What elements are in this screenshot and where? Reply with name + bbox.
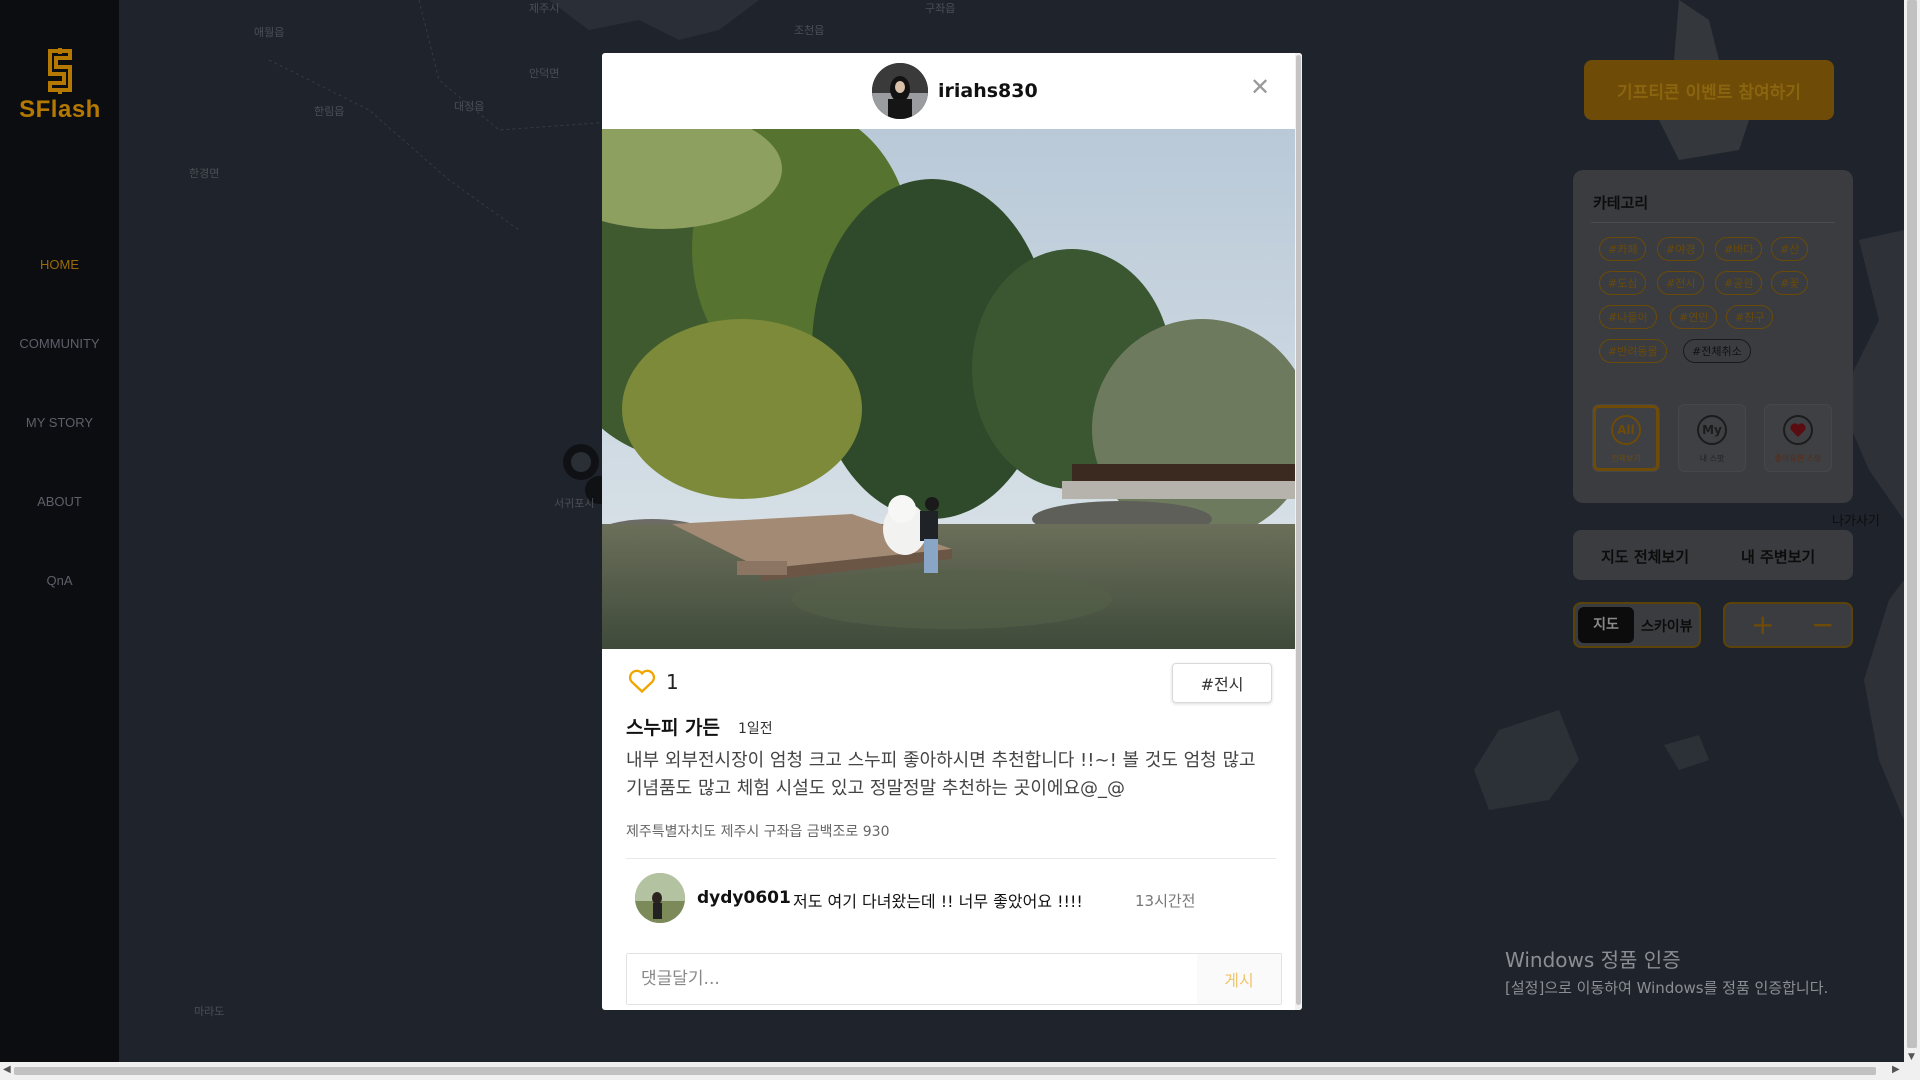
nav-my-story[interactable]: MY STORY xyxy=(0,415,119,430)
map-mode-toggle: 지도 스카이뷰 xyxy=(1573,602,1701,648)
filter-all-label: 전체보기 xyxy=(1611,454,1641,463)
post-body: 내부 외부전시장이 엄청 크고 스누피 좋아하시면 추천합니다 !!~! 볼 것… xyxy=(626,750,1256,799)
horizontal-scroll-thumb[interactable] xyxy=(14,1067,1876,1075)
tag-mountain[interactable]: #산 xyxy=(1771,237,1809,261)
comment-input[interactable] xyxy=(627,954,1197,1004)
exit-link[interactable]: 나가사기 xyxy=(1832,510,1880,529)
tag-outing[interactable]: #나들이 xyxy=(1599,305,1657,329)
nav-qna[interactable]: QnA xyxy=(0,573,119,588)
map-label: 제주시 xyxy=(529,2,560,15)
tag-flower[interactable]: #꽃 xyxy=(1771,271,1809,295)
filter-my-button[interactable]: My 내 스팟 xyxy=(1679,405,1745,471)
nav-about[interactable]: ABOUT xyxy=(0,494,119,509)
nearby-button[interactable]: 내 주변보기 xyxy=(1741,546,1815,567)
view-all-button[interactable]: 지도 전체보기 xyxy=(1601,546,1689,567)
map-mode-button[interactable]: 지도 xyxy=(1578,607,1634,643)
map-label: 한경면 xyxy=(189,167,220,180)
map-label: 조천읍 xyxy=(794,24,825,37)
zoom-in-button[interactable]: + xyxy=(1751,608,1774,641)
modal-header: iriahs830 ✕ xyxy=(602,53,1302,129)
post-address: 제주특별자치도 제주시 구좌읍 금백조로 930 xyxy=(626,824,890,840)
scroll-left-arrow-icon[interactable]: ◀ xyxy=(3,1064,11,1075)
sidebar: SFlash HOME COMMUNITY MY STORY ABOUT QnA xyxy=(0,0,119,1062)
vertical-scroll-thumb[interactable] xyxy=(1907,0,1917,1048)
divider xyxy=(626,858,1276,859)
like-row: 1 xyxy=(628,668,679,698)
tag-night-view[interactable]: #야경 xyxy=(1657,237,1705,261)
logo[interactable]: SFlash xyxy=(14,48,106,124)
comment-form: 게시 xyxy=(626,953,1282,1005)
logo-text: SFlash xyxy=(19,96,101,123)
my-icon: My xyxy=(1697,415,1727,445)
tag-friend[interactable]: #친구 xyxy=(1726,305,1774,329)
sflash-logo-icon xyxy=(48,48,72,94)
close-icon[interactable]: ✕ xyxy=(1250,75,1270,99)
comment-submit-button[interactable]: 게시 xyxy=(1197,954,1281,1004)
watermark-title: Windows 정품 인증 xyxy=(1505,948,1681,972)
tag-clear-all[interactable]: #전체취소 xyxy=(1683,339,1751,363)
map-label: 구좌읍 xyxy=(925,2,956,15)
map-label: 안덕면 xyxy=(529,67,560,80)
nav-community[interactable]: COMMUNITY xyxy=(0,336,119,351)
modal-scrollbar[interactable] xyxy=(1295,53,1302,1010)
filter-all-button[interactable]: All 전체보기 xyxy=(1593,405,1659,471)
commenter-avatar[interactable] xyxy=(635,873,685,923)
like-count: 1 xyxy=(666,670,679,694)
map-label: 애월읍 xyxy=(254,26,285,39)
category-title: 카테고리 xyxy=(1593,194,1649,212)
commenter-username[interactable]: dydy0601 xyxy=(697,888,791,908)
zoom-out-button[interactable]: − xyxy=(1811,608,1834,641)
page-vertical-scrollbar[interactable]: ▼ xyxy=(1904,0,1920,1062)
page-horizontal-scrollbar[interactable]: ◀ ▶ xyxy=(0,1062,1920,1080)
tag-cafe[interactable]: #카페 xyxy=(1599,237,1647,261)
filter-liked-label: 좋아요한 스팟 xyxy=(1774,454,1822,463)
post-photo xyxy=(602,129,1295,649)
tag-downtown[interactable]: #도심 xyxy=(1599,271,1647,295)
watermark-subtitle: [설정]으로 이동하여 Windows를 정품 인증합니다. xyxy=(1505,979,1829,997)
post-time: 1일전 xyxy=(738,721,773,737)
map-label: 서귀포시 xyxy=(554,497,595,510)
tag-sea[interactable]: #바다 xyxy=(1715,237,1763,261)
post-modal: iriahs830 ✕ 1 #전시 스누피 가든 1일전 내부 외부전시장이 엄… xyxy=(602,53,1302,1010)
filter-my-label: 내 스팟 xyxy=(1699,454,1725,463)
place-name: 스누피 가든 xyxy=(626,717,721,739)
tag-exhibition[interactable]: #전시 xyxy=(1657,271,1705,295)
zoom-control: + − xyxy=(1723,602,1853,648)
comment-text: 저도 여기 다녀왔는데 !! 너무 좋았어요 !!!! xyxy=(793,892,1083,911)
map-label: 마라도 xyxy=(194,1005,225,1018)
scroll-right-arrow-icon[interactable]: ▶ xyxy=(1892,1064,1900,1075)
scroll-down-arrow-icon[interactable]: ▼ xyxy=(1908,1052,1915,1062)
comment-time: 13시간전 xyxy=(1135,892,1196,910)
heart-icon[interactable] xyxy=(628,668,656,694)
category-divider xyxy=(1591,222,1835,223)
comment-item: dydy0601 저도 여기 다녀왔는데 !! 너무 좋았어요 !!!! 13시… xyxy=(635,873,1275,925)
map-label: 한림읍 xyxy=(314,105,345,118)
author-avatar[interactable] xyxy=(872,63,928,119)
filter-liked-button[interactable]: 좋아요한 스팟 xyxy=(1765,405,1831,471)
windows-activation-watermark: Windows 정품 인증 [설정]으로 이동하여 Windows를 정품 인증… xyxy=(1505,944,1828,998)
tag-pet[interactable]: #반려동물 xyxy=(1599,339,1667,363)
author-username[interactable]: iriahs830 xyxy=(938,80,1038,102)
view-bar: 지도 전체보기 내 주변보기 xyxy=(1573,530,1853,580)
all-icon: All xyxy=(1611,415,1641,445)
map-label: 대정읍 xyxy=(454,100,485,113)
skyview-mode-button[interactable]: 스카이뷰 xyxy=(1641,616,1693,636)
heart-icon xyxy=(1783,415,1813,445)
tag-park[interactable]: #공원 xyxy=(1715,271,1763,295)
tag-couple[interactable]: #연인 xyxy=(1670,305,1718,329)
nav-home[interactable]: HOME xyxy=(0,257,119,272)
gifticon-event-button[interactable]: 기프티콘 이벤트 참여하기 xyxy=(1584,60,1834,120)
post-tag-button[interactable]: #전시 xyxy=(1172,663,1272,703)
category-panel: 카테고리 #카페 #야경 #바다 #산 #도심 #전시 #공원 #꽃 #나들이 … xyxy=(1573,170,1853,503)
